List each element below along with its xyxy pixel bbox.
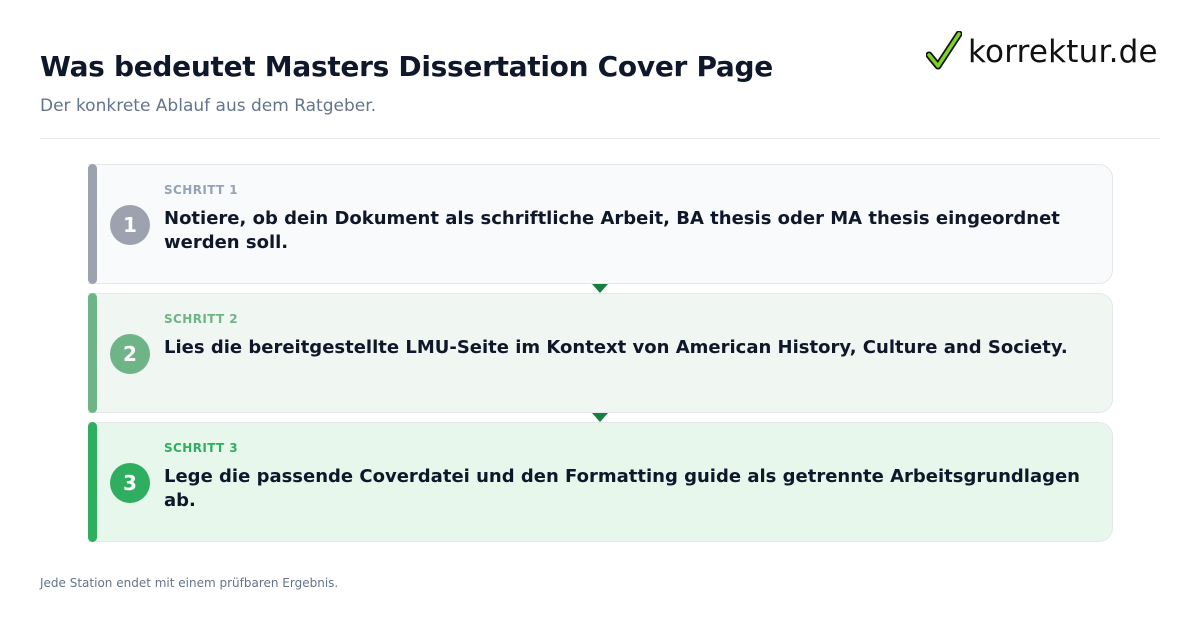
step-number-badge: 3 bbox=[110, 463, 150, 503]
step-label: SCHRITT 1 bbox=[164, 183, 238, 197]
step-card: 3 SCHRITT 3 Lege die passende Coverdatei… bbox=[88, 422, 1113, 542]
brand-logo[interactable]: korrektur.de bbox=[926, 30, 1158, 74]
step-accent-bar bbox=[88, 164, 97, 284]
arrow-down-icon bbox=[592, 284, 608, 293]
step-card: 2 SCHRITT 2 Lies die bereitgestellte LMU… bbox=[88, 293, 1113, 422]
step-text: Lege die passende Coverdatei und den For… bbox=[164, 466, 1080, 511]
arrow-down-icon bbox=[592, 413, 608, 422]
step-text: Notiere, ob dein Dokument als schriftlic… bbox=[164, 208, 1060, 253]
page-title: Was bedeutet Masters Dissertation Cover … bbox=[40, 50, 773, 83]
page-subtitle: Der konkrete Ablauf aus dem Ratgeber. bbox=[40, 96, 377, 116]
step-label: SCHRITT 2 bbox=[164, 312, 238, 326]
header-divider bbox=[40, 138, 1160, 139]
step-label: SCHRITT 3 bbox=[164, 441, 238, 455]
logo-text: korrektur.de bbox=[968, 34, 1158, 70]
step-list: 1 SCHRITT 1 Notiere, ob dein Dokument al… bbox=[88, 164, 1113, 551]
step-card: 1 SCHRITT 1 Notiere, ob dein Dokument al… bbox=[88, 164, 1113, 293]
step-number-badge: 2 bbox=[110, 334, 150, 374]
footer-note: Jede Station endet mit einem prüfbaren E… bbox=[40, 576, 339, 590]
step-text: Lies die bereitgestellte LMU-Seite im Ko… bbox=[164, 337, 1068, 358]
step-number-badge: 1 bbox=[110, 205, 150, 245]
checkmark-icon bbox=[926, 31, 962, 70]
step-accent-bar bbox=[88, 293, 97, 413]
step-accent-bar bbox=[88, 422, 97, 542]
